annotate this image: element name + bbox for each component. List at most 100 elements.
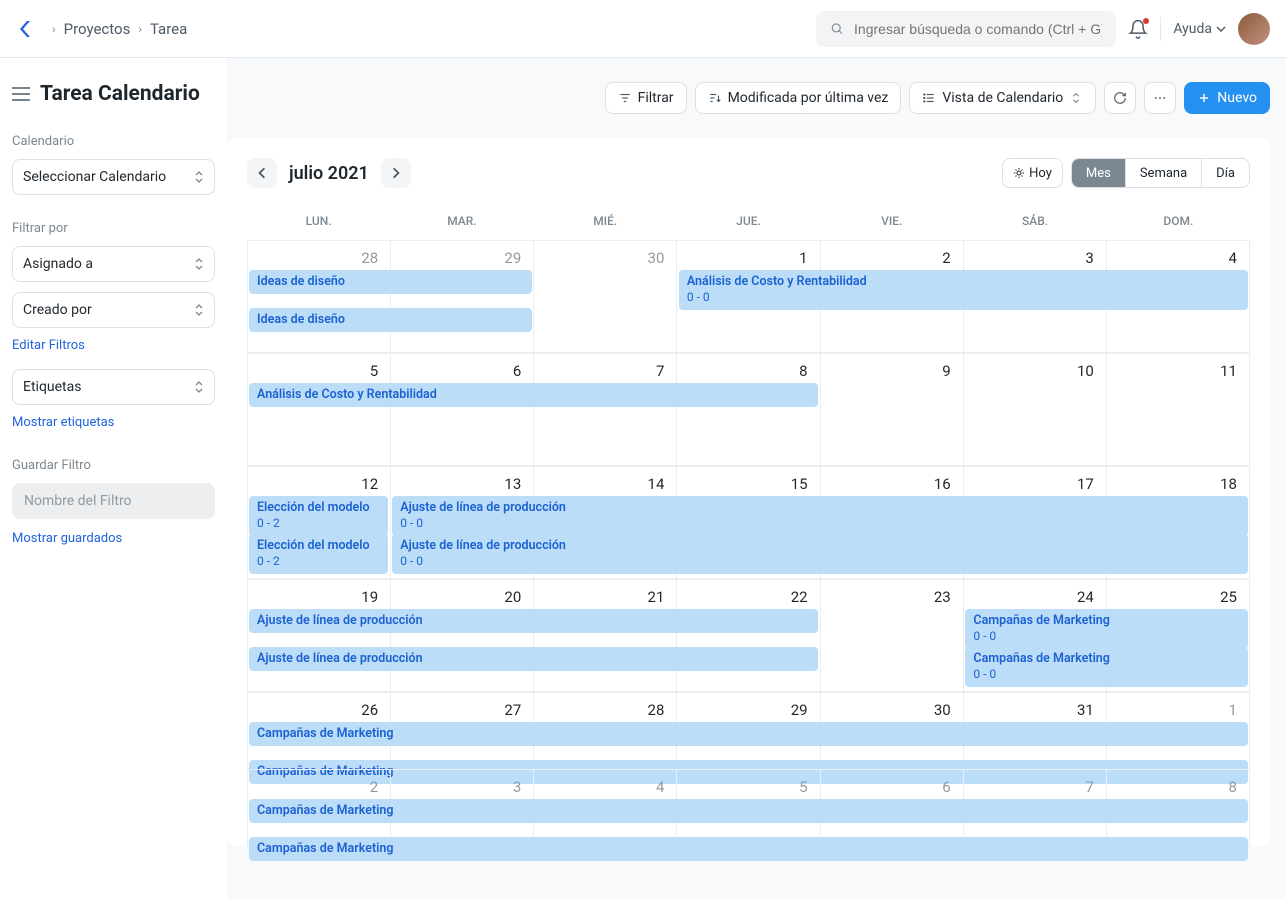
notifications-button[interactable] xyxy=(1128,19,1148,39)
calendar-cell[interactable]: 5 xyxy=(248,354,391,466)
dow-label: VIE. xyxy=(820,206,963,240)
calendar-cell[interactable]: 7 xyxy=(534,354,677,466)
dots-icon xyxy=(1153,91,1167,105)
prev-month-button[interactable] xyxy=(247,158,277,188)
day-number: 15 xyxy=(677,467,819,493)
calendar-event[interactable]: Campañas de Marketing xyxy=(249,722,1248,746)
day-number: 12 xyxy=(248,467,390,493)
calendar-event[interactable]: Campañas de Marketing xyxy=(249,837,1248,861)
more-button[interactable] xyxy=(1144,82,1176,114)
calendar-event[interactable]: Campañas de Marketing0 - 0 xyxy=(965,609,1248,649)
menu-icon[interactable] xyxy=(12,87,30,101)
created-by-select[interactable]: Creado por xyxy=(12,292,215,328)
calendar-cell[interactable]: 8 xyxy=(677,354,820,466)
calendar-cell[interactable]: 9 xyxy=(821,354,964,466)
calendar-cell[interactable]: 29 xyxy=(391,241,534,353)
calendar-cell[interactable]: 30 xyxy=(534,241,677,353)
breadcrumb-item[interactable]: Proyectos xyxy=(64,20,131,38)
avatar[interactable] xyxy=(1238,13,1270,45)
day-number: 6 xyxy=(391,354,533,380)
calendar-event[interactable]: Ideas de diseño xyxy=(249,308,532,332)
day-number: 23 xyxy=(821,580,963,606)
chevron-right-icon: › xyxy=(138,22,142,36)
day-number: 24 xyxy=(964,580,1106,606)
day-number: 4 xyxy=(534,770,676,796)
day-number: 28 xyxy=(534,693,676,719)
day-number: 8 xyxy=(1107,770,1249,796)
search-input[interactable] xyxy=(816,11,1116,47)
calendar-event[interactable]: Análisis de Costo y Rentabilidad xyxy=(249,383,818,407)
calendar-event[interactable]: Ajuste de línea de producción0 - 0 xyxy=(392,534,1248,574)
section-label: Calendario xyxy=(12,134,215,149)
chevron-down-icon xyxy=(1216,24,1226,34)
view-day[interactable]: Día xyxy=(1201,159,1249,187)
calendar-cell[interactable]: 11 xyxy=(1107,354,1250,466)
section-label: Guardar Filtro xyxy=(12,458,215,473)
view-button[interactable]: Vista de Calendario xyxy=(909,82,1096,114)
view-month[interactable]: Mes xyxy=(1072,159,1125,187)
day-number: 20 xyxy=(391,580,533,606)
calendar-cell[interactable]: 10 xyxy=(964,354,1107,466)
refresh-button[interactable] xyxy=(1104,82,1136,114)
calendar-event[interactable]: Ajuste de línea de producción xyxy=(249,647,818,671)
calendar-event[interactable]: Análisis de Costo y Rentabilidad0 - 0 xyxy=(679,270,1248,310)
show-saved-link[interactable]: Mostrar guardados xyxy=(12,531,215,546)
tags-select[interactable]: Etiquetas xyxy=(12,369,215,405)
edit-filters-link[interactable]: Editar Filtros xyxy=(12,338,215,353)
chevron-right-icon: › xyxy=(52,22,56,36)
day-number: 3 xyxy=(391,770,533,796)
updown-icon xyxy=(194,256,204,272)
filter-button[interactable]: Filtrar xyxy=(605,82,687,114)
calendar-cell[interactable]: 23 xyxy=(821,580,964,692)
help-dropdown[interactable]: Ayuda xyxy=(1173,21,1226,37)
calendar-cell[interactable]: 22 xyxy=(677,580,820,692)
show-tags-link[interactable]: Mostrar etiquetas xyxy=(12,415,215,430)
calendar-event[interactable]: Ajuste de línea de producción0 - 0 xyxy=(392,496,1248,536)
day-number: 5 xyxy=(677,770,819,796)
new-button[interactable]: Nuevo xyxy=(1184,82,1270,114)
updown-icon xyxy=(194,379,204,395)
next-month-button[interactable] xyxy=(381,158,411,188)
calendar-select[interactable]: Seleccionar Calendario xyxy=(12,159,215,195)
calendar-cell[interactable]: 20 xyxy=(391,580,534,692)
view-week[interactable]: Semana xyxy=(1125,159,1201,187)
sidebar: Tarea Calendario Calendario Seleccionar … xyxy=(0,58,227,899)
sun-icon xyxy=(1013,167,1025,179)
breadcrumb-item[interactable]: Tarea xyxy=(150,20,187,38)
day-number: 27 xyxy=(391,693,533,719)
search-field[interactable] xyxy=(854,21,1102,37)
day-of-week-header: LUN.MAR.MIÉ.JUE.VIE.SÁB.DOM. xyxy=(247,206,1250,240)
toolbar: Filtrar Modificada por última vez Vista … xyxy=(227,82,1270,114)
calendar-event[interactable]: Campañas de Marketing xyxy=(249,799,1248,823)
notification-dot xyxy=(1143,18,1149,24)
calendar-event[interactable]: Campañas de Marketing0 - 0 xyxy=(965,647,1248,687)
assigned-select[interactable]: Asignado a xyxy=(12,246,215,282)
view-toggle: Mes Semana Día xyxy=(1071,158,1250,188)
sort-button[interactable]: Modificada por última vez xyxy=(695,82,902,114)
search-icon xyxy=(830,21,844,36)
calendar-cell[interactable]: 6 xyxy=(391,354,534,466)
calendar-event[interactable]: Ajuste de línea de producción xyxy=(249,609,818,633)
calendar-cell[interactable]: 19 xyxy=(248,580,391,692)
calendar-cell[interactable]: 28 xyxy=(248,241,391,353)
dow-label: MAR. xyxy=(390,206,533,240)
day-number: 11 xyxy=(1107,354,1249,380)
day-number: 18 xyxy=(1107,467,1249,493)
day-number: 7 xyxy=(534,354,676,380)
day-number: 9 xyxy=(821,354,963,380)
calendar-cell[interactable]: 21 xyxy=(534,580,677,692)
updown-icon xyxy=(1069,91,1083,105)
calendar-event[interactable]: Elección del modelo0 - 2 xyxy=(249,534,388,574)
day-number: 2 xyxy=(248,770,390,796)
updown-icon xyxy=(194,302,204,318)
logo-icon[interactable] xyxy=(16,17,40,41)
month-label: julio 2021 xyxy=(289,163,369,184)
chevron-right-icon xyxy=(390,167,402,179)
today-button[interactable]: Hoy xyxy=(1002,158,1063,188)
day-number: 26 xyxy=(248,693,390,719)
day-number: 6 xyxy=(821,770,963,796)
calendar-event[interactable]: Elección del modelo0 - 2 xyxy=(249,496,388,536)
dow-label: SÁB. xyxy=(963,206,1106,240)
filter-name-input[interactable]: Nombre del Filtro xyxy=(12,483,215,519)
calendar-event[interactable]: Ideas de diseño xyxy=(249,270,532,294)
